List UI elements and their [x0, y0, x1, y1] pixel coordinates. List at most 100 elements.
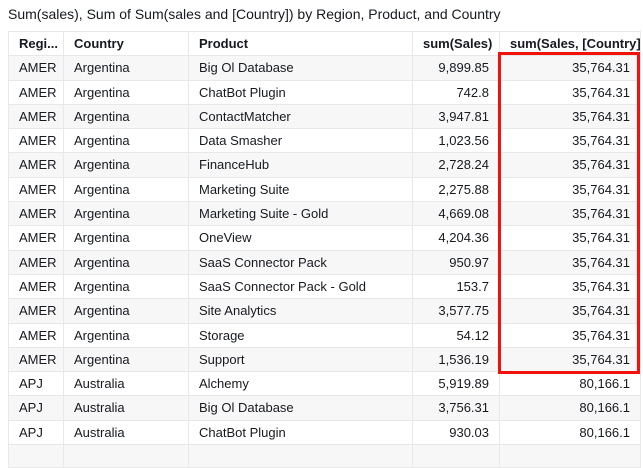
cell-product[interactable]: Site Analytics	[189, 299, 413, 323]
table-row: APJAustraliaBig Ol Database3,756.3180,16…	[9, 396, 641, 420]
cell-sum-sales[interactable]: 742.8	[413, 80, 500, 104]
cell-sum-sales[interactable]: 9,899.85	[413, 56, 500, 80]
table-row: AMERArgentinaFinanceHub2,728.2435,764.31	[9, 153, 641, 177]
cell-region[interactable]: AMER	[9, 202, 64, 226]
cell-sum-sales-country[interactable]: 35,764.31	[500, 80, 641, 104]
cell-empty	[189, 445, 413, 468]
cell-sum-sales-country[interactable]: 35,764.31	[500, 226, 641, 250]
cell-region[interactable]: AMER	[9, 299, 64, 323]
table-row: AMERArgentinaChatBot Plugin742.835,764.3…	[9, 80, 641, 104]
cell-sum-sales-country[interactable]: 35,764.31	[500, 299, 641, 323]
cell-country[interactable]: Australia	[64, 420, 189, 444]
cell-product[interactable]: Alchemy	[189, 372, 413, 396]
cell-country[interactable]: Argentina	[64, 299, 189, 323]
table-row: AMERArgentinaData Smasher1,023.5635,764.…	[9, 129, 641, 153]
cell-sum-sales[interactable]: 3,577.75	[413, 299, 500, 323]
cell-country[interactable]: Argentina	[64, 250, 189, 274]
cell-region[interactable]: AMER	[9, 56, 64, 80]
cell-sum-sales-country[interactable]: 35,764.31	[500, 274, 641, 298]
cell-country[interactable]: Australia	[64, 396, 189, 420]
cell-sum-sales-country[interactable]: 35,764.31	[500, 56, 641, 80]
cell-sum-sales[interactable]: 153.7	[413, 274, 500, 298]
cell-country[interactable]: Argentina	[64, 153, 189, 177]
cell-sum-sales-country[interactable]: 35,764.31	[500, 250, 641, 274]
cell-sum-sales-country[interactable]: 35,764.31	[500, 347, 641, 371]
cell-country[interactable]: Argentina	[64, 104, 189, 128]
cell-product[interactable]: Marketing Suite - Gold	[189, 202, 413, 226]
cell-product[interactable]: Storage	[189, 323, 413, 347]
cell-sum-sales[interactable]: 4,669.08	[413, 202, 500, 226]
table-row: AMERArgentinaSite Analytics3,577.7535,76…	[9, 299, 641, 323]
cell-sum-sales-country[interactable]: 80,166.1	[500, 420, 641, 444]
cell-sum-sales[interactable]: 1,023.56	[413, 129, 500, 153]
cell-country[interactable]: Argentina	[64, 347, 189, 371]
column-header-product[interactable]: Product	[189, 32, 413, 56]
cell-product[interactable]: Big Ol Database	[189, 56, 413, 80]
cell-product[interactable]: OneView	[189, 226, 413, 250]
table-row: AMERArgentinaStorage54.1235,764.31	[9, 323, 641, 347]
cell-country[interactable]: Argentina	[64, 274, 189, 298]
cell-country[interactable]: Australia	[64, 372, 189, 396]
visual-title: Sum(sales), Sum of Sum(sales and [Countr…	[8, 6, 501, 22]
table-row: AMERArgentinaContactMatcher3,947.8135,76…	[9, 104, 641, 128]
cell-empty	[413, 445, 500, 468]
cell-region[interactable]: AMER	[9, 226, 64, 250]
cell-region[interactable]: APJ	[9, 396, 64, 420]
cell-region[interactable]: AMER	[9, 347, 64, 371]
cell-sum-sales-country[interactable]: 35,764.31	[500, 153, 641, 177]
cell-country[interactable]: Argentina	[64, 226, 189, 250]
cell-region[interactable]: AMER	[9, 274, 64, 298]
cell-country[interactable]: Argentina	[64, 56, 189, 80]
cell-product[interactable]: Marketing Suite	[189, 177, 413, 201]
cell-empty	[64, 445, 189, 468]
cell-region[interactable]: APJ	[9, 420, 64, 444]
cell-sum-sales[interactable]: 2,275.88	[413, 177, 500, 201]
cell-sum-sales-country[interactable]: 35,764.31	[500, 177, 641, 201]
column-header-sum-sales-country[interactable]: sum(Sales, [Country])	[500, 32, 641, 56]
column-header-sum-sales[interactable]: sum(Sales)	[413, 32, 500, 56]
cell-region[interactable]: APJ	[9, 372, 64, 396]
cell-region[interactable]: AMER	[9, 323, 64, 347]
cell-region[interactable]: AMER	[9, 153, 64, 177]
cell-product[interactable]: Big Ol Database	[189, 396, 413, 420]
cell-sum-sales[interactable]: 3,947.81	[413, 104, 500, 128]
cell-product[interactable]: ChatBot Plugin	[189, 420, 413, 444]
table-body: AMERArgentinaBig Ol Database9,899.8535,7…	[9, 56, 641, 468]
partial-row	[9, 445, 641, 468]
cell-product[interactable]: ContactMatcher	[189, 104, 413, 128]
column-header-country[interactable]: Country	[64, 32, 189, 56]
cell-country[interactable]: Argentina	[64, 80, 189, 104]
cell-sum-sales[interactable]: 2,728.24	[413, 153, 500, 177]
cell-sum-sales[interactable]: 930.03	[413, 420, 500, 444]
cell-sum-sales-country[interactable]: 80,166.1	[500, 396, 641, 420]
cell-product[interactable]: FinanceHub	[189, 153, 413, 177]
cell-product[interactable]: SaaS Connector Pack	[189, 250, 413, 274]
cell-country[interactable]: Argentina	[64, 202, 189, 226]
cell-region[interactable]: AMER	[9, 250, 64, 274]
cell-sum-sales-country[interactable]: 35,764.31	[500, 129, 641, 153]
cell-region[interactable]: AMER	[9, 129, 64, 153]
table-row: AMERArgentinaSupport1,536.1935,764.31	[9, 347, 641, 371]
cell-sum-sales[interactable]: 4,204.36	[413, 226, 500, 250]
cell-sum-sales[interactable]: 950.97	[413, 250, 500, 274]
cell-product[interactable]: Data Smasher	[189, 129, 413, 153]
cell-sum-sales[interactable]: 1,536.19	[413, 347, 500, 371]
cell-region[interactable]: AMER	[9, 80, 64, 104]
cell-country[interactable]: Argentina	[64, 323, 189, 347]
column-header-region[interactable]: Regi...	[9, 32, 64, 56]
cell-sum-sales-country[interactable]: 35,764.31	[500, 104, 641, 128]
cell-product[interactable]: SaaS Connector Pack - Gold	[189, 274, 413, 298]
cell-region[interactable]: AMER	[9, 104, 64, 128]
cell-sum-sales-country[interactable]: 35,764.31	[500, 202, 641, 226]
cell-country[interactable]: Argentina	[64, 129, 189, 153]
cell-product[interactable]: Support	[189, 347, 413, 371]
cell-region[interactable]: AMER	[9, 177, 64, 201]
table-row: APJAustraliaAlchemy5,919.8980,166.1	[9, 372, 641, 396]
cell-sum-sales-country[interactable]: 35,764.31	[500, 323, 641, 347]
cell-sum-sales[interactable]: 3,756.31	[413, 396, 500, 420]
cell-sum-sales-country[interactable]: 80,166.1	[500, 372, 641, 396]
cell-product[interactable]: ChatBot Plugin	[189, 80, 413, 104]
cell-sum-sales[interactable]: 5,919.89	[413, 372, 500, 396]
cell-country[interactable]: Argentina	[64, 177, 189, 201]
cell-sum-sales[interactable]: 54.12	[413, 323, 500, 347]
